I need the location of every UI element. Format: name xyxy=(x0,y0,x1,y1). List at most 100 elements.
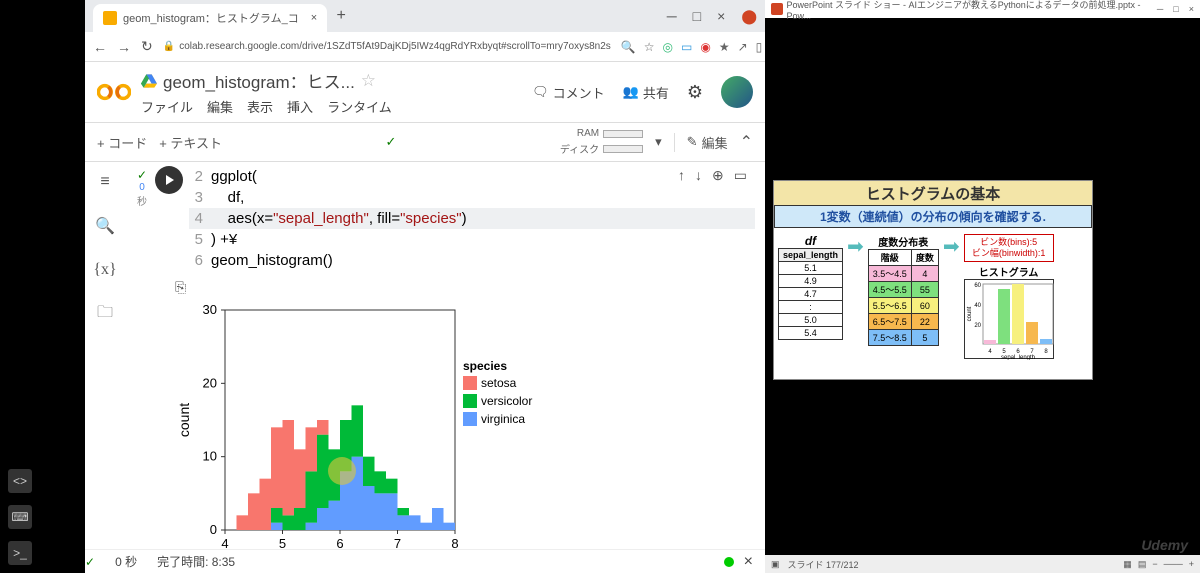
cell-toolbar: ↑ ↓ ⊕ ▭ xyxy=(670,162,755,190)
check-icon: ✓ xyxy=(137,168,147,182)
mini-histogram: 20406045678sepal_lengthcount xyxy=(964,279,1054,359)
zoom-in-icon[interactable]: + xyxy=(1189,559,1194,570)
doc-title[interactable]: geom_histogram：ヒス... xyxy=(163,68,355,93)
share-icon: 👥 xyxy=(623,84,639,100)
powerpoint-footer: ▣ スライド 177/212 ▦ ▤ − ─── + xyxy=(765,555,1200,573)
close-window-icon[interactable]: × xyxy=(717,8,725,25)
freq-table: 階級度数3.5～4.544.5～5.5555.5～6.5606.5～7.5227… xyxy=(868,249,939,346)
ext-icon[interactable]: ▭ xyxy=(681,40,692,54)
comment-button[interactable]: 🗨コメント xyxy=(532,83,605,102)
dropdown-icon[interactable]: ▾ xyxy=(655,134,662,150)
bin-info: ビン数(bins):5 ビン幅(binwidth):1 xyxy=(964,234,1054,262)
ext-icon[interactable]: ★ xyxy=(719,40,730,54)
svg-text:5: 5 xyxy=(279,536,286,549)
move-up-icon[interactable]: ↑ xyxy=(678,166,685,186)
svg-text:20: 20 xyxy=(203,375,217,390)
histogram-chart: 010203045678sepal_lengthcountspeciesseto… xyxy=(175,300,545,549)
files-icon[interactable]: 🗀 xyxy=(95,304,115,324)
svg-text:0: 0 xyxy=(210,522,217,537)
more-icon[interactable]: ▭ xyxy=(734,166,747,186)
run-cell-button[interactable] xyxy=(155,166,183,194)
df-table: sepal_length 5.1 4.9 4.7 : 5.0 5.4 xyxy=(778,248,843,340)
zoom-slider[interactable]: ─── xyxy=(1164,559,1183,570)
code-cell[interactable]: ✓ 0 秒 ↑ ↓ ⊕ ▭ 2ggplot( 3 df, xyxy=(135,166,755,271)
keyboard-icon[interactable]: ⌨ xyxy=(8,505,32,529)
ext-icon[interactable]: 🔍 xyxy=(621,40,636,54)
forward-button[interactable]: → xyxy=(117,39,131,55)
link-icon[interactable]: ⊕ xyxy=(712,166,724,186)
svg-text:virginica: virginica xyxy=(481,412,525,426)
cell-output: ⎘ 010203045678sepal_lengthcountspeciesse… xyxy=(175,279,755,549)
arrow-icon: ➡ xyxy=(943,234,960,259)
vars-icon[interactable]: {x} xyxy=(95,260,115,280)
gear-icon[interactable]: ⚙ xyxy=(687,82,703,103)
browser-tabbar: geom_histogram：ヒストグラム_コ × + ─ □ × ⬤ xyxy=(85,0,765,32)
complete-time: 完了時間: 8:35 xyxy=(157,553,235,570)
svg-text:60: 60 xyxy=(974,283,981,289)
menu-runtime[interactable]: ランタイム xyxy=(327,97,392,116)
sidebar: ≡ 🔍 {x} 🗀 xyxy=(85,162,125,549)
ext-icon[interactable]: ☆ xyxy=(644,40,655,54)
minimize-icon[interactable]: ─ xyxy=(667,8,677,25)
svg-text:8: 8 xyxy=(1044,349,1048,355)
close-icon[interactable]: × xyxy=(744,553,753,571)
code-icon[interactable]: <> xyxy=(8,469,32,493)
svg-text:species: species xyxy=(463,359,507,373)
url-field[interactable]: 🔒 colab.research.google.com/drive/1SZdT5… xyxy=(163,41,611,52)
maximize-icon[interactable]: □ xyxy=(693,8,701,25)
ext-icon[interactable]: ◎ xyxy=(663,40,673,54)
powerpoint-titlebar: PowerPoint スライド ショー - AIエンジニアが教えるPythonに… xyxy=(765,0,1200,18)
menu-view[interactable]: 表示 xyxy=(247,97,273,116)
svg-text:4: 4 xyxy=(988,349,992,355)
browser-window: geom_histogram：ヒストグラム_コ × + ─ □ × ⬤ ← → … xyxy=(85,0,765,573)
minimize-icon[interactable]: ─ xyxy=(1157,4,1163,14)
side-tools: <> ⌨ >_ xyxy=(8,469,32,565)
maximize-icon[interactable]: □ xyxy=(1173,4,1178,14)
move-down-icon[interactable]: ↓ xyxy=(695,166,702,186)
tab-title: geom_histogram：ヒストグラム_コ xyxy=(123,10,299,26)
toc-icon[interactable]: ≡ xyxy=(95,172,115,192)
edit-button[interactable]: ✎編集 xyxy=(674,133,728,152)
terminal-icon[interactable]: >_ xyxy=(8,541,32,565)
back-button[interactable]: ← xyxy=(93,39,107,55)
colab-favicon xyxy=(103,11,117,25)
zoom-out-icon[interactable]: − xyxy=(1152,559,1157,570)
menu-edit[interactable]: 編集 xyxy=(207,97,233,116)
svg-text:8: 8 xyxy=(451,536,458,549)
code-editor[interactable]: ↑ ↓ ⊕ ▭ 2ggplot( 3 df, 4 aes(x="sepal_le… xyxy=(189,166,755,271)
svg-text:setosa: setosa xyxy=(481,376,517,390)
output-toggle-icon[interactable]: ⎘ xyxy=(175,279,755,296)
lock-icon: 🔒 xyxy=(163,41,175,52)
menu-insert[interactable]: 挿入 xyxy=(287,97,313,116)
avatar[interactable] xyxy=(721,76,753,108)
ext-icon[interactable]: ◉ xyxy=(700,40,710,54)
add-code-button[interactable]: + コード xyxy=(97,133,147,152)
add-text-button[interactable]: + テキスト xyxy=(159,133,222,152)
collapse-icon[interactable]: ⌃ xyxy=(740,132,753,152)
close-tab-icon[interactable]: × xyxy=(311,12,317,24)
ext-icon[interactable]: ▯ xyxy=(756,40,763,54)
arrow-icon: ➡ xyxy=(847,234,864,259)
view-icon[interactable]: ▤ xyxy=(1138,559,1147,570)
share-button[interactable]: 👥共有 xyxy=(623,83,669,102)
cursor-highlight xyxy=(328,457,356,485)
pp-icon: ▣ xyxy=(771,559,780,570)
address-bar: ← → ↻ 🔒 colab.research.google.com/drive/… xyxy=(85,32,765,62)
resource-meter[interactable]: RAM ディスク xyxy=(560,128,643,156)
svg-text:count: count xyxy=(176,403,192,437)
pp-title: PowerPoint スライド ショー - AIエンジニアが教えるPythonに… xyxy=(787,0,1153,21)
toolbar: + コード + テキスト ✓ RAM ディスク ▾ ✎編集 ⌃ xyxy=(85,122,765,162)
svg-text:6: 6 xyxy=(336,536,343,549)
reload-button[interactable]: ↻ xyxy=(141,38,153,55)
star-icon[interactable]: ☆ xyxy=(361,71,376,91)
ext-icon[interactable]: ↗ xyxy=(738,40,748,54)
exec-sec: 秒 xyxy=(137,193,147,208)
svg-text:10: 10 xyxy=(203,449,217,464)
close-icon[interactable]: × xyxy=(1189,4,1194,14)
search-icon[interactable]: 🔍 xyxy=(95,216,115,236)
menu-file[interactable]: ファイル xyxy=(141,97,193,116)
browser-tab[interactable]: geom_histogram：ヒストグラム_コ × xyxy=(93,4,327,32)
new-tab-button[interactable]: + xyxy=(331,6,351,26)
view-icon[interactable]: ▦ xyxy=(1123,559,1132,570)
hist-label: ヒストグラム xyxy=(964,264,1054,279)
